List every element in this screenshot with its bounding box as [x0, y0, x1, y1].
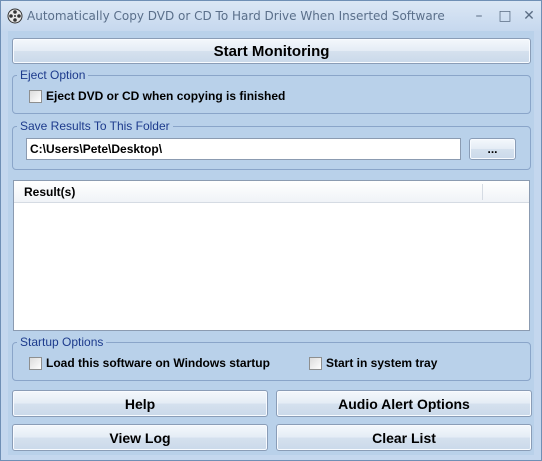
results-list[interactable]: Result(s)	[13, 180, 530, 331]
clear-list-button[interactable]: Clear List	[276, 424, 532, 451]
start-in-tray-row[interactable]: Start in system tray	[309, 356, 437, 370]
window-title: Automatically Copy DVD or CD To Hard Dri…	[27, 9, 445, 23]
column-separator[interactable]	[482, 184, 483, 200]
title-bar[interactable]: Automatically Copy DVD or CD To Hard Dri…	[1, 1, 541, 31]
eject-checkbox[interactable]	[29, 89, 42, 103]
save-folder-label: Save Results To This Folder	[17, 119, 173, 133]
minimize-button[interactable]: –	[469, 7, 489, 25]
film-reel-icon[interactable]	[7, 8, 23, 24]
startup-options-label: Startup Options	[17, 335, 107, 349]
client-area: Start Monitoring Eject Option Eject DVD …	[8, 31, 534, 455]
load-on-startup-checkbox[interactable]	[29, 356, 42, 370]
eject-checkbox-label[interactable]: Eject DVD or CD when copying is finished	[46, 89, 285, 103]
eject-option-row[interactable]: Eject DVD or CD when copying is finished	[29, 89, 285, 103]
results-header: Result(s)	[14, 181, 529, 203]
view-log-button[interactable]: View Log	[12, 424, 268, 451]
start-in-tray-checkbox[interactable]	[309, 356, 322, 370]
load-on-startup-label[interactable]: Load this software on Windows startup	[46, 356, 270, 370]
start-in-tray-label[interactable]: Start in system tray	[326, 356, 437, 370]
save-folder-path-input[interactable]	[26, 138, 461, 160]
browse-folder-button[interactable]: ...	[469, 138, 516, 160]
help-button[interactable]: Help	[12, 390, 268, 417]
load-on-startup-row[interactable]: Load this software on Windows startup	[29, 356, 270, 370]
maximize-button[interactable]: □	[495, 7, 515, 25]
start-monitoring-button[interactable]: Start Monitoring	[12, 38, 531, 64]
audio-alert-options-button[interactable]: Audio Alert Options	[276, 390, 532, 417]
app-window: Automatically Copy DVD or CD To Hard Dri…	[0, 0, 542, 461]
close-button[interactable]: ✕	[519, 7, 539, 25]
column-header-results[interactable]: Result(s)	[24, 185, 75, 199]
eject-option-label: Eject Option	[17, 68, 89, 82]
